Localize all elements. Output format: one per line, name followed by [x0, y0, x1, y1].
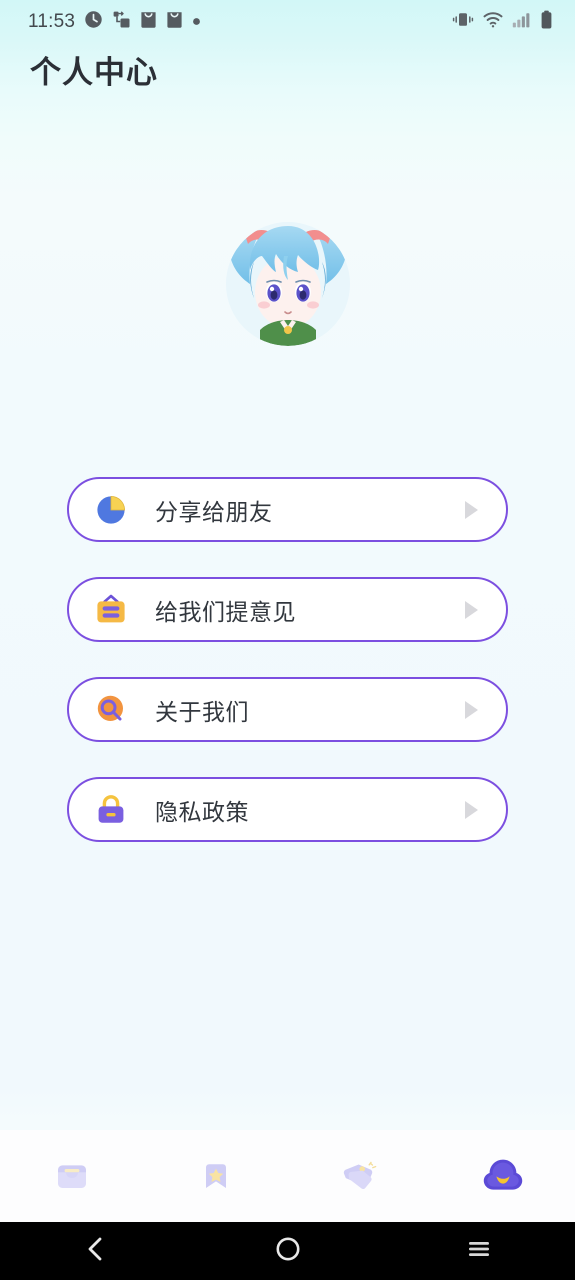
- status-bar: 11:53: [0, 0, 575, 44]
- tab-tags[interactable]: [288, 1130, 432, 1222]
- bookmark-star-icon: [194, 1154, 238, 1198]
- menu-item-label: 关于我们: [155, 699, 249, 726]
- android-nav-bar: [0, 1222, 575, 1280]
- menu-item-label: 隐私政策: [155, 799, 249, 826]
- header: 个人中心: [0, 46, 575, 92]
- price-tags-icon: [337, 1154, 381, 1198]
- tab-inbox[interactable]: [0, 1130, 144, 1222]
- status-bar-clock: 11:53: [28, 11, 76, 32]
- privacy-lock-icon: [93, 792, 129, 828]
- network-share-icon: [112, 10, 131, 34]
- menu-item-feedback[interactable]: 给我们提意见: [67, 577, 508, 642]
- feedback-board-icon: [93, 592, 129, 628]
- battery-icon: [540, 10, 553, 35]
- tab-favorites[interactable]: [144, 1130, 288, 1222]
- inbox-box-icon: [50, 1154, 94, 1198]
- share-pie-icon: [93, 492, 129, 528]
- home-circle-icon: [273, 1234, 303, 1269]
- tab-profile[interactable]: [431, 1130, 575, 1222]
- nav-back-button[interactable]: [0, 1222, 192, 1280]
- settings-menu-list: 分享给朋友 给我们提意见 关于我们 隐私政策: [0, 477, 575, 877]
- status-bar-right: [452, 10, 553, 35]
- back-chevron-icon: [81, 1234, 111, 1269]
- status-bar-left: 11:53: [28, 10, 452, 34]
- user-avatar[interactable]: [225, 222, 350, 346]
- chevron-right-icon: [465, 800, 478, 819]
- menu-item-about[interactable]: 关于我们: [67, 677, 508, 742]
- menu-item-privacy[interactable]: 隐私政策: [67, 777, 508, 842]
- bottom-tab-bar: [0, 1130, 575, 1222]
- menu-item-share[interactable]: 分享给朋友: [67, 477, 508, 542]
- chevron-right-icon: [465, 700, 478, 719]
- vibrate-icon: [452, 10, 474, 34]
- phone-screen: 11:53 个人中心 分享给朋友 给我们提意见 关于我们 隐私政策: [0, 0, 575, 1280]
- alarm-clock-icon: [84, 10, 103, 34]
- wifi-icon: [483, 10, 503, 34]
- recents-menu-icon: [464, 1234, 494, 1269]
- chevron-right-icon: [465, 600, 478, 619]
- chevron-right-icon: [465, 500, 478, 519]
- dot-icon: [192, 13, 201, 31]
- nav-recents-button[interactable]: [383, 1222, 575, 1280]
- shopping-bag-icon: [140, 10, 157, 34]
- cloud-profile-icon: [479, 1152, 527, 1200]
- nav-home-button[interactable]: [192, 1222, 384, 1280]
- page-title: 个人中心: [30, 54, 158, 91]
- menu-item-label: 分享给朋友: [155, 499, 273, 526]
- menu-item-label: 给我们提意见: [155, 599, 296, 626]
- about-search-icon: [93, 692, 129, 728]
- shopping-bag-icon: [166, 10, 183, 34]
- signal-bars-icon: [512, 10, 531, 34]
